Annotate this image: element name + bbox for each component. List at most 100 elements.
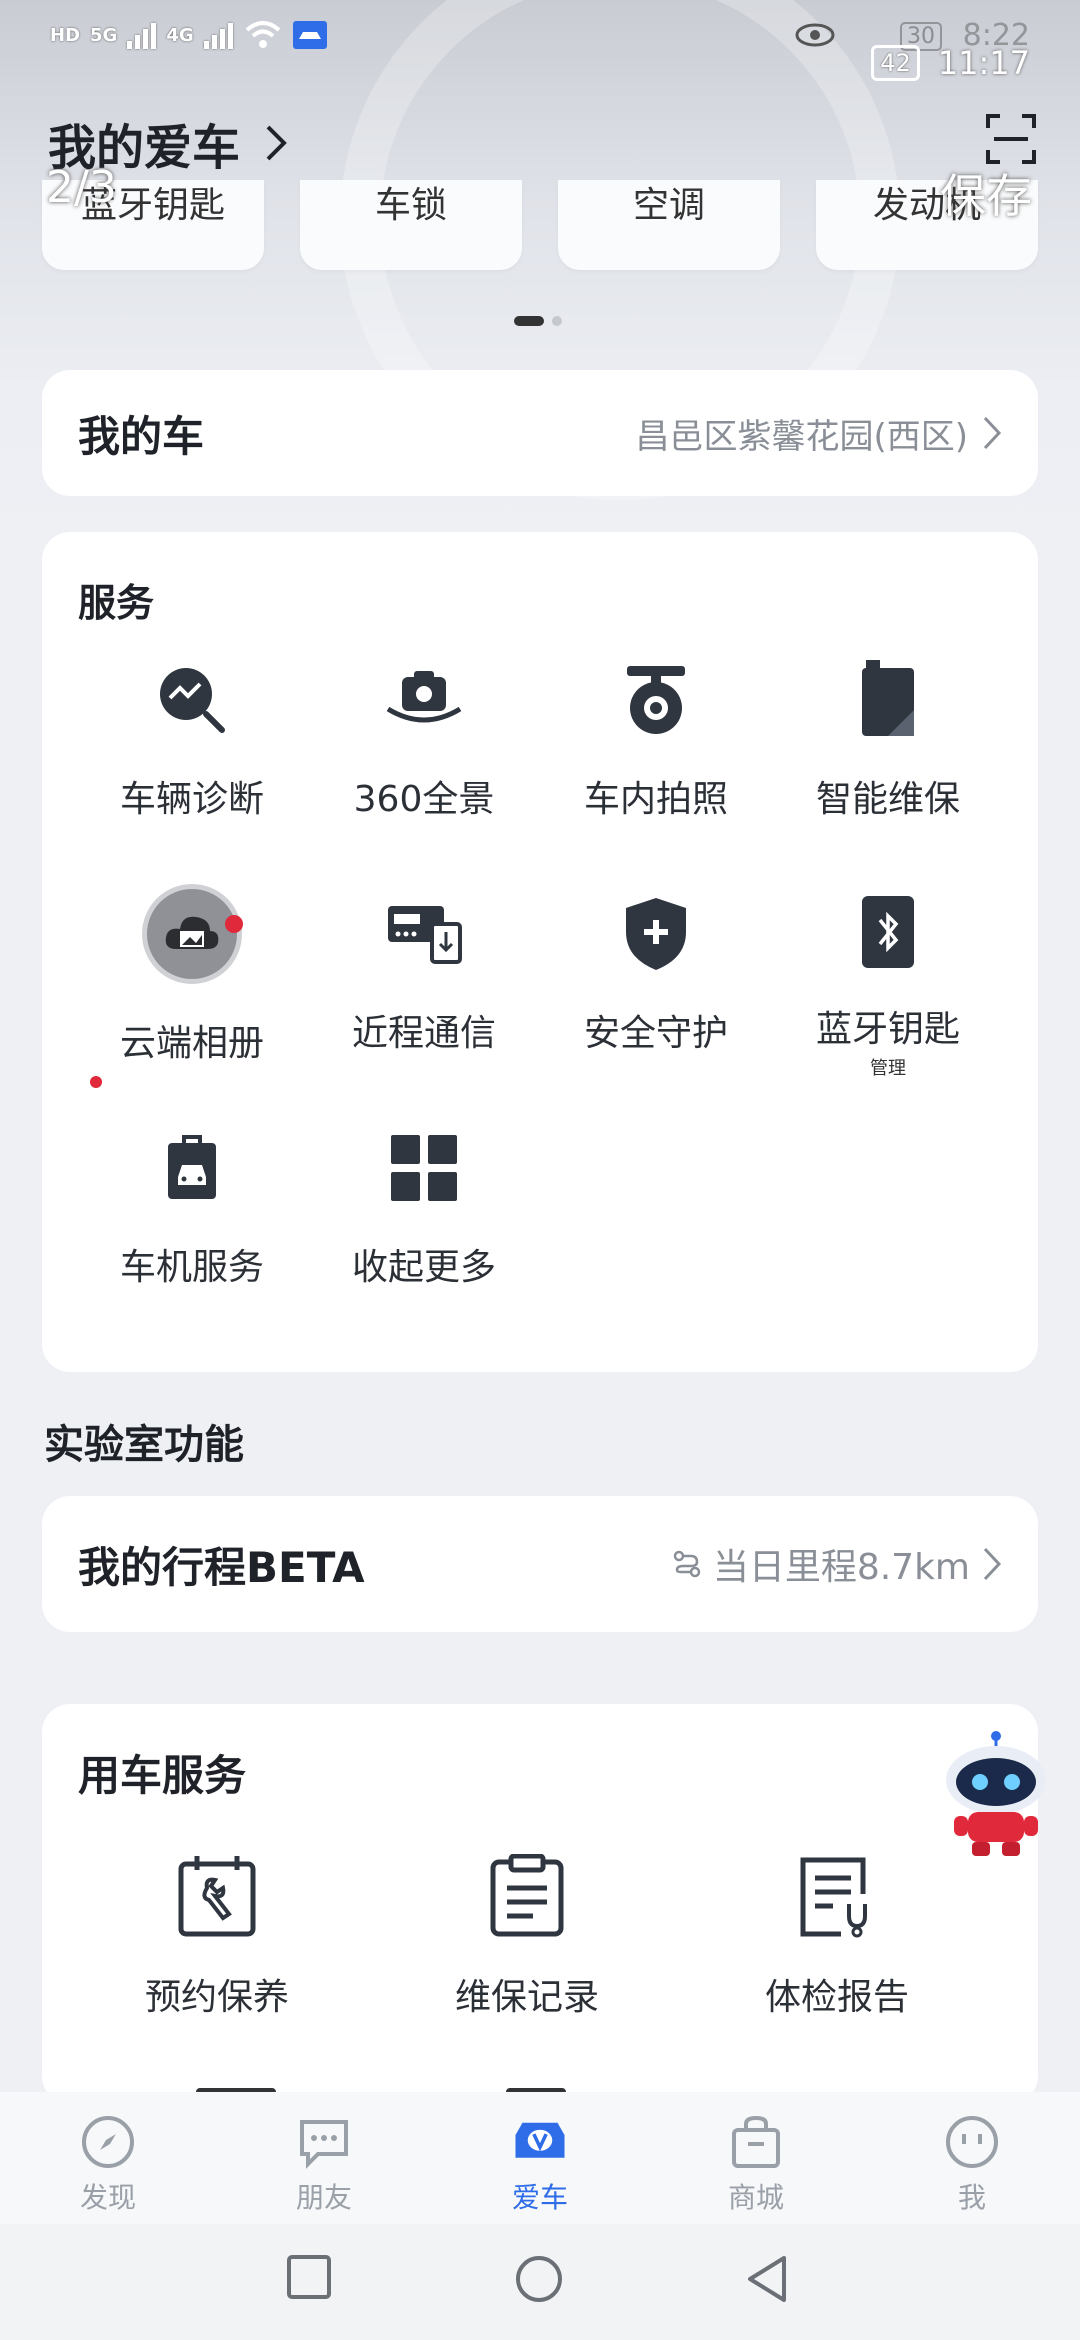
quick-control-row: 蓝牙钥匙 车锁 空调 发动机: [42, 180, 1038, 270]
my-car-title-link[interactable]: 我的爱车: [48, 108, 1038, 178]
use-car-services-card: 用车服务 预约保养 维保记录 体检报告: [42, 1704, 1038, 2104]
clipboard-icon: [490, 1854, 564, 1937]
service-maintenance-records[interactable]: 维保记录: [372, 1854, 682, 2020]
notification-dot: [225, 915, 243, 933]
profile-icon: [946, 2116, 998, 2168]
chevron-right-icon: [266, 125, 287, 161]
bluetooth-key-icon: [848, 894, 928, 970]
wrench-calendar-icon: [178, 1856, 256, 1937]
battery-indicator: 42: [871, 45, 920, 81]
back-icon[interactable]: [744, 2254, 790, 2304]
service-safety-guard[interactable]: 安全守护: [540, 894, 772, 1074]
status-right: 42 11:17: [871, 44, 1030, 82]
chat-icon: [300, 2120, 348, 2169]
service-car-machine[interactable]: 车机服务: [76, 1128, 308, 1308]
status-left: HD 5G 4G: [50, 20, 327, 50]
carousel-dot-active: [514, 316, 544, 326]
eye-icon: [795, 23, 835, 47]
service-label: 云端相册: [119, 1023, 264, 1064]
service-label: 收起更多: [351, 1247, 496, 1288]
nav-label: 发现: [79, 2181, 136, 2214]
location-text: 昌邑区紫馨花园(西区): [635, 416, 968, 457]
5g-chip: 5G: [90, 24, 118, 46]
recent-apps-icon[interactable]: [286, 2254, 332, 2300]
use-car-label: 维保记录: [454, 1977, 599, 2018]
bottom-navigation: 发现 朋友 爱车 商城 我: [0, 2092, 1080, 2224]
service-vehicle-diagnosis[interactable]: 车辆诊断: [76, 660, 308, 840]
nav-discover[interactable]: 发现: [0, 2092, 216, 2224]
notification-dot-small: [90, 1076, 102, 1088]
service-360-view[interactable]: 360全景: [308, 660, 540, 840]
service-smart-maintenance[interactable]: 智能维保: [772, 660, 1004, 840]
hd-chip: HD: [50, 24, 81, 46]
signal-icon: [127, 21, 157, 49]
service-label: 智能维保: [815, 779, 960, 820]
service-sublabel: 管理: [870, 1058, 906, 1079]
car-icon: [515, 2122, 565, 2158]
service-label: 蓝牙钥匙: [815, 1009, 960, 1050]
cloud-album-icon: [142, 884, 243, 984]
service-book-maintenance[interactable]: 预约保养: [62, 1854, 372, 2020]
quick-tile-ac[interactable]: 空调: [558, 180, 780, 270]
car-link-icon: [292, 21, 327, 49]
services-card: 服务 车辆诊断 360全景 车内拍照 智能维保 云端相册 近程通信 安全守护 蓝…: [42, 532, 1038, 1372]
robot-assistant-icon[interactable]: [940, 1730, 1052, 1860]
nav-label: 朋友: [295, 2181, 352, 2214]
nav-label: 爱车: [511, 2181, 568, 2214]
services-grid: 车辆诊断 360全景 车内拍照 智能维保 云端相册 近程通信 安全守护 蓝牙钥匙…: [76, 660, 1004, 1308]
trip-mileage: 当日里程8.7km: [712, 1547, 970, 1588]
scan-icon[interactable]: [984, 112, 1038, 166]
car-service-icon: [152, 1128, 232, 1208]
trip-summary: 当日里程8.7km: [673, 1538, 1002, 1590]
service-bluetooth-key[interactable]: 蓝牙钥匙 管理: [772, 894, 1004, 1079]
use-car-title: 用车服务: [78, 1751, 247, 1800]
nav-mall[interactable]: 商城: [648, 2092, 864, 2224]
clock: 11:17: [937, 44, 1030, 82]
service-label: 近程通信: [351, 1013, 496, 1054]
nav-label: 商城: [727, 2181, 784, 2214]
service-label: 车机服务: [119, 1247, 264, 1288]
shield-icon: [616, 894, 696, 974]
trip-title: 我的行程BETA: [78, 1542, 365, 1592]
home-icon[interactable]: [514, 2254, 564, 2304]
shopping-bag-icon: [732, 2115, 780, 2168]
compass-icon: [82, 2116, 134, 2168]
my-car-title: 我的车: [78, 411, 205, 461]
status-bar: HD 5G 4G 30 8:22 42 11:17: [0, 0, 1080, 100]
service-near-communication[interactable]: 近程通信: [308, 894, 540, 1074]
service-in-car-photo[interactable]: 车内拍照: [540, 660, 772, 840]
nav-friends[interactable]: 朋友: [216, 2092, 432, 2224]
service-label: 安全守护: [583, 1013, 728, 1054]
maintenance-icon: [848, 660, 928, 740]
nav-my-car[interactable]: 爱车: [432, 2092, 648, 2224]
diagnosis-icon: [152, 660, 232, 740]
carousel-dots: [514, 316, 562, 326]
4g-chip: 4G: [166, 24, 194, 46]
health-report-icon: [800, 1857, 867, 1938]
route-icon: [673, 1550, 701, 1578]
service-label: 车内拍照: [583, 779, 728, 820]
near-communication-icon: [384, 894, 464, 974]
nav-label: 我: [957, 2181, 986, 2214]
service-collapse-more[interactable]: 收起更多: [308, 1128, 540, 1308]
header: 我的爱车: [48, 108, 1038, 188]
save-button[interactable]: 保存: [940, 160, 1032, 226]
in-car-camera-icon: [616, 660, 696, 740]
nav-me[interactable]: 我: [864, 2092, 1080, 2224]
page-indicator: 2/3: [46, 162, 117, 213]
my-car-card[interactable]: 我的车 昌邑区紫馨花园(西区): [42, 370, 1038, 496]
use-car-grid: 预约保养 维保记录 体检报告: [62, 1854, 1022, 2020]
service-health-report[interactable]: 体检报告: [682, 1854, 992, 2020]
my-trip-card[interactable]: 我的行程BETA 当日里程8.7km: [42, 1496, 1038, 1632]
quick-tile-lock[interactable]: 车锁: [300, 180, 522, 270]
service-label: 360全景: [353, 779, 495, 820]
lab-features-heading: 实验室功能: [44, 1422, 244, 1468]
grid-icon: [384, 1128, 464, 1208]
service-cloud-album[interactable]: 云端相册: [76, 884, 308, 1088]
carousel-dot: [552, 316, 562, 326]
camera-360-icon: [384, 660, 464, 740]
chevron-right-icon: [983, 416, 1002, 450]
use-car-label: 预约保养: [144, 1977, 289, 2018]
system-navigation-bar: [0, 2224, 1080, 2340]
my-car-location: 昌邑区紫馨花园(西区): [635, 409, 1002, 458]
